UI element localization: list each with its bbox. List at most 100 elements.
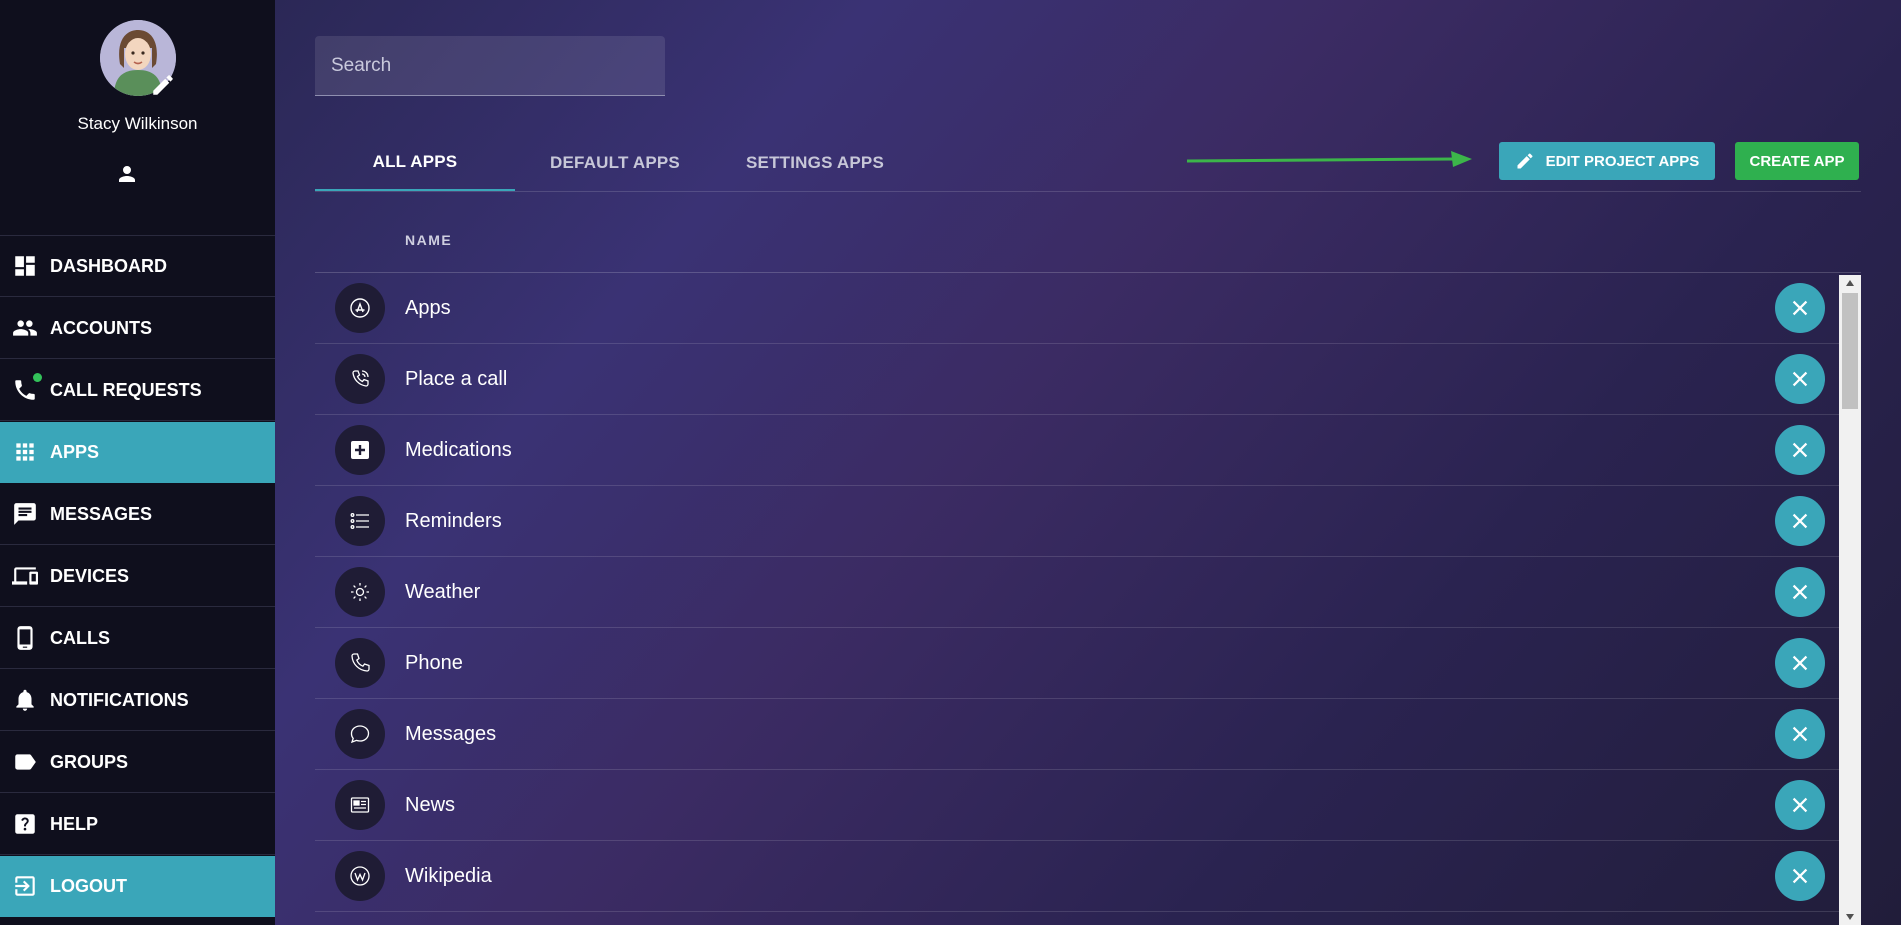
nav-item-call-requests[interactable]: CALL REQUESTS (0, 360, 275, 421)
row-label: Messages (405, 722, 497, 745)
edit-project-apps-label: EDIT PROJECT APPS (1545, 152, 1700, 170)
table-row[interactable]: News (315, 770, 1839, 841)
scrollbar-thumb[interactable] (1842, 293, 1858, 409)
row-label: Apps (405, 296, 451, 319)
profile-name: Stacy Wilkinson (77, 114, 198, 133)
nav-label: MESSAGES (50, 503, 153, 524)
phone-call-icon (335, 354, 385, 404)
close-icon (1792, 442, 1808, 458)
scrollbar[interactable] (1839, 275, 1861, 925)
bell-icon (12, 687, 38, 713)
row-label: Place a call (405, 367, 508, 390)
close-icon (1792, 868, 1808, 884)
phone-outline-icon (335, 638, 385, 688)
row-label: Weather (405, 580, 481, 603)
tab-default-apps[interactable]: DEFAULT APPS (515, 134, 715, 191)
list-icon (335, 496, 385, 546)
profile-section: Stacy Wilkinson (0, 0, 275, 236)
label-icon (12, 749, 38, 775)
wikipedia-icon (335, 851, 385, 901)
apps-grid-icon (12, 439, 38, 465)
help-icon (12, 811, 38, 837)
nav-label: GROUPS (50, 751, 129, 772)
close-icon (1792, 371, 1808, 387)
remove-button[interactable] (1775, 851, 1825, 901)
sidebar: Stacy Wilkinson DASHBOARD ACCOUNTS CALL … (0, 0, 275, 925)
remove-button[interactable] (1775, 567, 1825, 617)
pencil-icon[interactable] (150, 72, 176, 98)
nav-label: APPS (50, 441, 100, 462)
remove-button[interactable] (1775, 496, 1825, 546)
table-row[interactable]: Weather (315, 557, 1839, 628)
nav-item-devices[interactable]: DEVICES (0, 546, 275, 607)
table-row[interactable]: Phone (315, 628, 1839, 699)
row-label: News (405, 793, 456, 816)
table-row[interactable]: Reminders (315, 486, 1839, 557)
tab-all-apps[interactable]: ALL APPS (315, 134, 515, 191)
close-icon (1792, 584, 1808, 600)
nav-label: LOGOUT (50, 875, 127, 896)
devices-icon (12, 563, 38, 589)
nav-item-notifications[interactable]: NOTIFICATIONS (0, 670, 275, 731)
phone-icon (12, 373, 42, 403)
nav-label: CALLS (50, 627, 110, 648)
close-icon (1792, 797, 1808, 813)
remove-button[interactable] (1775, 354, 1825, 404)
nav-item-help[interactable]: HELP (0, 794, 275, 855)
scroll-down-arrow-icon[interactable] (1839, 909, 1861, 925)
nav-label: CALL REQUESTS (50, 379, 202, 400)
edit-project-apps-button[interactable]: EDIT PROJECT APPS (1499, 142, 1715, 180)
remove-button[interactable] (1775, 425, 1825, 475)
message-icon (12, 501, 38, 527)
person-icon[interactable] (115, 162, 139, 186)
nav-label: HELP (50, 813, 99, 834)
nav-item-accounts[interactable]: ACCOUNTS (0, 298, 275, 359)
app-window: Stacy Wilkinson DASHBOARD ACCOUNTS CALL … (0, 0, 1901, 925)
pencil-icon (1517, 153, 1533, 169)
close-icon (1792, 513, 1808, 529)
app-store-icon (335, 283, 385, 333)
table-row[interactable]: Place a call (315, 344, 1839, 415)
row-label: Medications (405, 438, 512, 461)
create-app-button[interactable]: CREATE APP (1735, 142, 1859, 180)
table-row[interactable]: Wikipedia (315, 841, 1839, 912)
nav-item-apps[interactable]: APPS (0, 422, 275, 483)
scroll-up-arrow-icon[interactable] (1839, 275, 1861, 291)
status-badge (33, 373, 42, 382)
tab-settings-apps[interactable]: SETTINGS APPS (715, 134, 915, 191)
apps-list: Apps Place a call Medications Reminders … (315, 273, 1839, 925)
tab-bar: ALL APPS DEFAULT APPS SETTINGS APPS (315, 134, 915, 191)
remove-button[interactable] (1775, 283, 1825, 333)
table-row[interactable]: Apps (315, 273, 1839, 344)
row-label: Phone (405, 651, 463, 674)
column-header-name: NAME (405, 232, 453, 248)
nav-label: ACCOUNTS (50, 317, 152, 338)
nav-item-dashboard[interactable]: DASHBOARD (0, 236, 275, 297)
newspaper-icon (335, 780, 385, 830)
chat-bubble-icon (335, 709, 385, 759)
nav-label: NOTIFICATIONS (50, 689, 189, 710)
row-label: Wikipedia (405, 864, 492, 887)
main-content: ALL APPS DEFAULT APPS SETTINGS APPS EDIT… (275, 0, 1901, 925)
search-input[interactable] (315, 36, 665, 96)
nav-item-groups[interactable]: GROUPS (0, 732, 275, 793)
table-row[interactable]: Medications (315, 415, 1839, 486)
remove-button[interactable] (1775, 709, 1825, 759)
arrow-annotation (1187, 151, 1472, 167)
logout-icon (12, 873, 38, 899)
mobile-icon (12, 625, 38, 651)
remove-button[interactable] (1775, 638, 1825, 688)
dashboard-icon (12, 253, 38, 279)
medical-plus-icon (335, 425, 385, 475)
close-icon (1792, 655, 1808, 671)
table-row[interactable]: Messages (315, 699, 1839, 770)
nav-label: DEVICES (50, 565, 130, 586)
nav-label: DASHBOARD (50, 255, 167, 276)
close-icon (1792, 726, 1808, 742)
nav-item-messages[interactable]: MESSAGES (0, 484, 275, 545)
row-label: Reminders (405, 509, 502, 532)
nav-item-calls[interactable]: CALLS (0, 608, 275, 669)
nav-item-logout[interactable]: LOGOUT (0, 856, 275, 917)
remove-button[interactable] (1775, 780, 1825, 830)
tabs-divider (315, 191, 1861, 192)
